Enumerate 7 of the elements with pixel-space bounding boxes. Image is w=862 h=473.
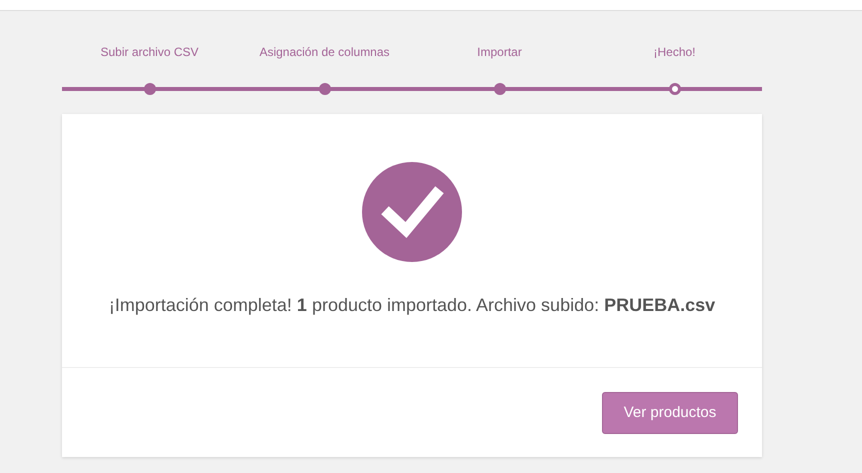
step-label: ¡Hecho! (653, 45, 696, 59)
view-products-button[interactable]: Ver productos (602, 392, 738, 434)
step-label: Importar (477, 45, 522, 59)
status-message: ¡Importación completa! 1 producto importado. Archivo subido: PRUEBA.csv (108, 295, 716, 316)
checkmark-icon (362, 162, 462, 262)
step-label: Subir archivo CSV (100, 45, 199, 59)
step-label: Asignación de columnas (259, 45, 390, 59)
